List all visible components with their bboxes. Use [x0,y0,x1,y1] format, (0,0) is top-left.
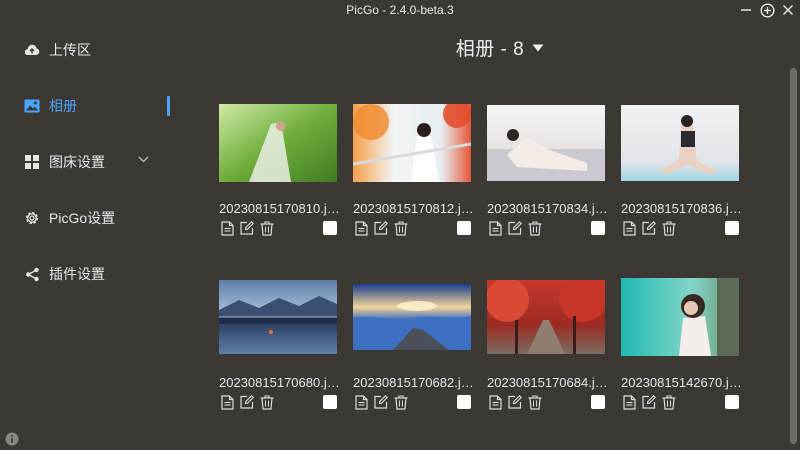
scrollbar-thumb[interactable] [790,68,797,444]
image-filename: 20230815170680.jpg [219,375,341,390]
gallery-card: 20230815170682.jpg [353,272,483,422]
caret-down-icon[interactable] [532,44,544,52]
sidebar-item-plugin-settings[interactable]: 插件设置 [0,256,178,292]
delete-icon[interactable] [393,220,409,236]
minimize-button[interactable] [738,2,754,18]
image-filename: 20230815170834.jpg [487,201,609,216]
image-actions [353,220,475,238]
copy-link-icon[interactable] [487,220,503,236]
select-checkbox[interactable] [725,221,739,235]
sidebar-item-label: PicGo设置 [49,210,116,226]
close-button[interactable] [780,2,796,18]
chevron-down-icon [138,156,149,163]
image-thumbnail[interactable] [487,272,605,362]
title-bar: PicGo - 2.4.0-beta.3 [0,0,800,22]
delete-icon[interactable] [527,394,543,410]
sidebar-item-picgo-settings[interactable]: PicGo设置 [0,200,178,236]
gallery-card: 20230815170836.jpg [621,98,751,248]
image-filename: 20230815142670.jpg [621,375,743,390]
delete-icon[interactable] [259,220,275,236]
edit-icon[interactable] [641,220,657,236]
image-thumbnail[interactable] [219,272,337,362]
image-icon [24,98,40,114]
edit-icon[interactable] [507,394,523,410]
close-icon [782,4,794,16]
active-indicator [167,96,170,116]
copy-link-icon[interactable] [621,394,637,410]
select-checkbox[interactable] [323,221,337,235]
edit-icon[interactable] [239,220,255,236]
sidebar-item-label: 相册 [49,98,77,114]
select-checkbox[interactable] [323,395,337,409]
gallery-card: 20230815170810.jpg [219,98,349,248]
minimize-icon [741,9,751,11]
grid-icon [24,154,40,170]
image-filename: 20230815170810.jpg [219,201,341,216]
image-filename: 20230815170684.jpg [487,375,609,390]
image-thumbnail[interactable] [219,98,337,188]
plus-circle-icon [759,2,775,18]
delete-icon[interactable] [661,394,677,410]
image-actions [353,394,475,412]
copy-link-icon[interactable] [219,220,235,236]
delete-icon[interactable] [527,220,543,236]
copy-link-icon[interactable] [353,394,369,410]
select-checkbox[interactable] [725,395,739,409]
upload-cloud-icon [24,42,40,58]
image-actions [621,220,743,238]
image-filename: 20230815170682.jpg [353,375,475,390]
edit-icon[interactable] [641,394,657,410]
select-checkbox[interactable] [591,395,605,409]
select-checkbox[interactable] [591,221,605,235]
image-filename: 20230815170836.jpg [621,201,743,216]
image-actions [487,394,609,412]
select-checkbox[interactable] [457,221,471,235]
image-actions [621,394,743,412]
copy-link-icon[interactable] [621,220,637,236]
sidebar-item-pic-bed-settings[interactable]: 图床设置 [0,144,178,180]
copy-link-icon[interactable] [219,394,235,410]
sidebar: 上传区 相册 图床设置 PicGo设置 插件设置 [0,22,190,450]
image-thumbnail[interactable] [353,272,471,362]
gallery-header: 相册 - 8 [190,34,800,61]
sidebar-item-label: 上传区 [49,42,91,58]
sidebar-item-label: 图床设置 [49,154,105,170]
sidebar-item-label: 插件设置 [49,266,105,282]
gear-icon [24,210,40,226]
gallery-card: 20230815170834.jpg [487,98,617,248]
window-title: PicGo - 2.4.0-beta.3 [346,3,454,17]
maximize-button[interactable] [759,2,775,18]
image-filename: 20230815170812.jpg [353,201,475,216]
image-thumbnail[interactable] [487,98,605,188]
gallery-title: 相册 - 8 [455,39,525,60]
copy-link-icon[interactable] [487,394,503,410]
edit-icon[interactable] [373,394,389,410]
sidebar-item-gallery[interactable]: 相册 [0,88,178,124]
gallery-card: 20230815170684.jpg [487,272,617,422]
gallery-card: 20230815170680.jpg [219,272,349,422]
gallery-card: 20230815142670.jpg [621,272,751,422]
image-thumbnail[interactable] [621,98,739,188]
image-thumbnail[interactable] [621,272,739,362]
delete-icon[interactable] [259,394,275,410]
edit-icon[interactable] [507,220,523,236]
scrollbar[interactable] [789,68,798,444]
edit-icon[interactable] [373,220,389,236]
gallery-card: 20230815170812.jpg [353,98,483,248]
copy-link-icon[interactable] [353,220,369,236]
delete-icon[interactable] [393,394,409,410]
info-icon[interactable] [5,432,19,446]
image-actions [487,220,609,238]
delete-icon[interactable] [661,220,677,236]
image-actions [219,220,341,238]
image-actions [219,394,341,412]
share-icon [24,266,40,282]
edit-icon[interactable] [239,394,255,410]
sidebar-item-upload[interactable]: 上传区 [0,32,178,68]
image-thumbnail[interactable] [353,98,471,188]
select-checkbox[interactable] [457,395,471,409]
